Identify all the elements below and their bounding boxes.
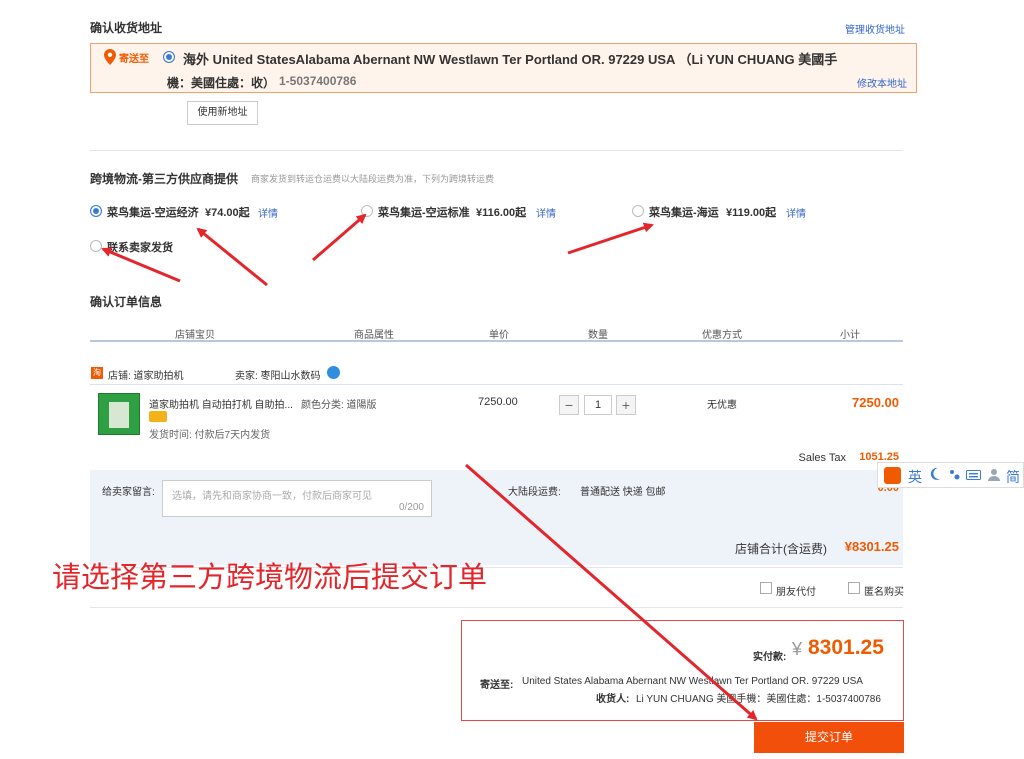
instruction-annotation: 请选择第三方跨境物流后提交订单: [52, 560, 488, 594]
address-phone: 1-5037400786: [279, 74, 357, 88]
anonymous-checkbox[interactable]: [848, 582, 860, 594]
quantity-input[interactable]: 1: [584, 395, 612, 415]
column-header: 数量: [588, 330, 608, 341]
option-radio[interactable]: [90, 205, 102, 217]
item-subtotal: 7250.00: [852, 395, 899, 410]
option-detail-link[interactable]: 详情: [536, 205, 556, 220]
use-new-address-button[interactable]: 使用新地址: [187, 101, 258, 125]
ship-to-value: United States Alabama Abernant NW Westla…: [522, 676, 863, 687]
address-section-title: 确认收货地址: [90, 21, 163, 35]
order-table-header: 店铺宝贝 商品属性 单价 数量 优惠方式 小计: [90, 323, 903, 342]
order-item-row: 道家助拍机 自动拍打机 自助拍... 发货时间: 付款后7天内发货 颜色分类: …: [90, 384, 903, 470]
keyboard-icon[interactable]: [966, 468, 981, 484]
submit-order-button[interactable]: 提交订单: [754, 722, 904, 753]
option-price: ¥119.00起: [726, 207, 777, 219]
currency-symbol: ¥: [792, 639, 803, 659]
seller-name[interactable]: 卖家: 枣阳山水数码: [235, 367, 321, 382]
credit-card-icon: [149, 411, 167, 422]
option-radio[interactable]: [90, 240, 102, 252]
anonymous-label: 匿名购买: [864, 587, 904, 598]
ime-toolbar[interactable]: 英 简: [877, 462, 1024, 488]
receiver-label: 收货人:: [596, 694, 630, 705]
arrow-to-air-economy: [196, 227, 268, 287]
payment-summary-box: 实付款: ¥ 8301.25 寄送至: United States Alabam…: [461, 620, 904, 721]
shop-total-label: 店铺合计(含运费): [735, 542, 827, 556]
order-extras-panel: 给卖家留言: 选填，请先和商家协商一致，付款后商家可见 0/200 大陆段运费:…: [90, 470, 903, 565]
product-attribute: 颜色分类: 道陽版: [301, 400, 377, 411]
column-header: 优惠方式: [702, 330, 742, 341]
total-amount: 8301.25: [808, 636, 884, 659]
option-price: ¥74.00起: [205, 207, 250, 219]
friend-pay-label: 朋友代付: [776, 587, 816, 598]
ship-to-badge: 寄送至: [119, 54, 149, 65]
taobao-icon: 淘: [91, 367, 103, 379]
selected-address-card[interactable]: 寄送至 海外 United StatesAlabama Abernant NW …: [90, 43, 917, 93]
address-line-2: 機：美國住處：收）: [167, 76, 276, 90]
option-name: 菜鸟集运-海运: [649, 207, 719, 219]
arrow-to-air-standard: [312, 213, 367, 262]
section-divider: [90, 150, 903, 151]
receiver-value: Li YUN CHUANG 美國手機：美國住處：1-5037400786: [636, 694, 881, 705]
order-title: 确认订单信息: [90, 295, 163, 309]
punctuation-icon[interactable]: [949, 468, 961, 484]
option-price: ¥116.00起: [476, 207, 527, 219]
manage-address-link[interactable]: 管理收货地址: [845, 21, 905, 36]
ship-to-label: 寄送至:: [480, 680, 514, 691]
edit-address-link[interactable]: 修改本地址: [857, 75, 907, 90]
domestic-fee-label: 大陆段运费:: [508, 487, 561, 498]
payment-divider: [90, 607, 903, 608]
option-radio[interactable]: [361, 205, 373, 217]
user-icon[interactable]: [988, 468, 1000, 484]
ime-lang-toggle[interactable]: 简: [1006, 467, 1020, 487]
unit-price: 7250.00: [478, 396, 518, 408]
ime-logo-icon[interactable]: [884, 467, 901, 484]
shop-name[interactable]: 店铺: 道家助拍机: [108, 367, 184, 382]
address-line-1: 海外 United StatesAlabama Abernant NW West…: [183, 52, 838, 67]
option-name: 联系卖家发货: [107, 242, 173, 254]
location-pin-icon: [104, 49, 116, 68]
message-counter: 0/200: [398, 502, 424, 513]
logistics-note: 商家发货到转运仓运费以大陆段运费为准，下列为跨境转运费: [251, 174, 495, 184]
seller-message-input[interactable]: 选填，请先和商家协商一致，付款后商家可见 0/200: [162, 480, 432, 517]
address-radio[interactable]: [163, 51, 175, 63]
column-header: 店铺宝贝: [175, 330, 215, 341]
shop-total-value: ¥8301.25: [844, 539, 899, 554]
message-placeholder: 选填，请先和商家协商一致，付款后商家可见: [172, 491, 372, 502]
product-name[interactable]: 道家助拍机 自动拍打机 自助拍...: [149, 396, 293, 411]
column-header: 小计: [840, 330, 860, 341]
option-name: 菜鸟集运-空运经济: [107, 207, 199, 219]
chat-icon[interactable]: [327, 366, 340, 379]
ime-mode-toggle[interactable]: 英: [908, 467, 922, 487]
sales-tax-label: Sales Tax: [798, 452, 847, 464]
product-thumbnail[interactable]: [98, 393, 140, 435]
moon-icon[interactable]: [929, 467, 941, 484]
domestic-fee-method[interactable]: 普通配送 快递 包邮: [580, 483, 666, 498]
shipping-time: 发货时间: 付款后7天内发货: [149, 430, 271, 441]
quantity-decrease-button[interactable]: −: [559, 395, 579, 415]
arrow-to-sea: [567, 222, 654, 255]
option-name: 菜鸟集运-空运标准: [378, 207, 470, 219]
option-radio[interactable]: [632, 205, 644, 217]
quantity-increase-button[interactable]: +: [616, 395, 636, 415]
option-detail-link[interactable]: 详情: [786, 205, 806, 220]
friend-pay-checkbox[interactable]: [760, 582, 772, 594]
column-header: 商品属性: [354, 330, 394, 341]
option-detail-link[interactable]: 详情: [258, 205, 278, 220]
column-header: 单价: [489, 330, 509, 341]
message-label: 给卖家留言:: [102, 487, 155, 498]
discount-method: 无优惠: [707, 400, 737, 411]
logistics-title: 跨境物流-第三方供应商提供: [90, 172, 238, 186]
actual-pay-label: 实付款:: [753, 652, 787, 663]
